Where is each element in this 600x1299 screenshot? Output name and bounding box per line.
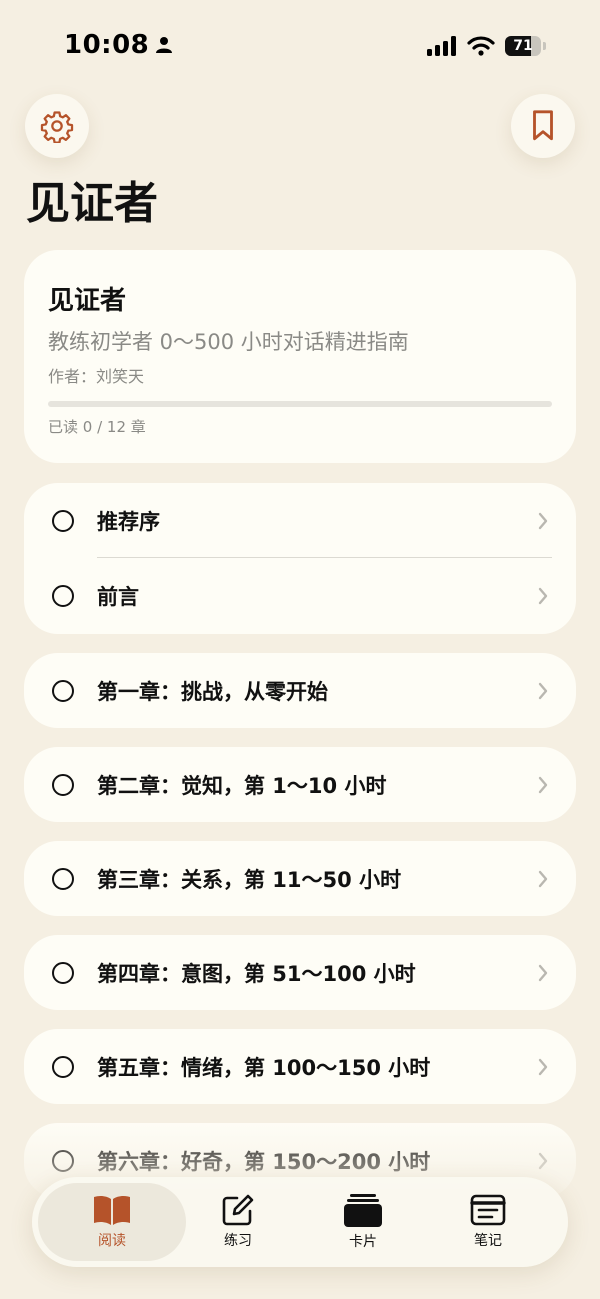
chevron-right-icon (538, 587, 548, 605)
unread-circle-icon (52, 773, 74, 796)
status-time: 10:08 (64, 30, 173, 60)
toc-item-label: 第六章：好奇，第 150～200 小时 (97, 1149, 431, 1174)
chapter-row[interactable]: 第三章：关系，第 11～50 小时 (24, 841, 576, 916)
tab-bar: 阅读 练习 卡片 笔记 (32, 1177, 568, 1267)
toc-item-label: 推荐序 (97, 510, 160, 534)
chapter-row[interactable]: 第二章：觉知，第 1～10 小时 (24, 747, 576, 822)
bookmark-button[interactable] (511, 94, 575, 158)
toc-item-chapter-4[interactable]: 第四章：意图，第 51～100 小时 (24, 935, 576, 1010)
chevron-right-icon (538, 776, 548, 793)
tab-label: 卡片 (349, 1234, 377, 1250)
battery-cap (543, 42, 546, 50)
toc-item-chapter-3[interactable]: 第三章：关系，第 11～50 小时 (24, 841, 576, 916)
tab-notes[interactable]: 笔记 (414, 1183, 562, 1261)
chevron-right-icon (538, 870, 548, 887)
unread-circle-icon (52, 585, 74, 607)
status-time-text: 10:08 (64, 30, 150, 60)
chapter-row[interactable]: 第四章：意图，第 51～100 小时 (24, 935, 576, 1010)
note-icon (470, 1194, 506, 1226)
edit-square-icon (222, 1194, 254, 1226)
open-book-icon (94, 1195, 130, 1225)
book-subtitle: 教练初学者 0～500 小时对话精进指南 (48, 330, 409, 354)
reading-progress-bar (48, 401, 552, 407)
card-stack-icon (344, 1194, 382, 1227)
unread-circle-icon (52, 867, 74, 890)
toc-item-chapter-2[interactable]: 第二章：觉知，第 1～10 小时 (24, 747, 576, 822)
chevron-right-icon (538, 1152, 548, 1169)
chapter-row[interactable]: 第一章：挑战，从零开始 (24, 653, 576, 728)
tab-label: 阅读 (98, 1233, 126, 1249)
person-icon (156, 37, 173, 53)
unread-circle-icon (52, 961, 74, 984)
battery-indicator: 71 (505, 36, 541, 56)
battery-percent: 71 (513, 38, 533, 54)
toc-item-chapter-5[interactable]: 第五章：情绪，第 100～150 小时 (24, 1029, 576, 1104)
chevron-right-icon (538, 682, 548, 699)
unread-circle-icon (52, 1149, 74, 1172)
unread-circle-icon (52, 679, 74, 702)
tab-label: 练习 (224, 1233, 252, 1249)
unread-circle-icon (52, 510, 74, 532)
toc-item-label: 第二章：觉知，第 1～10 小时 (97, 773, 387, 798)
front-matter-card: 推荐序 前言 (24, 483, 576, 634)
settings-button[interactable] (25, 94, 89, 158)
unread-circle-icon (52, 1055, 74, 1078)
status-indicators: 71 (427, 36, 546, 56)
bookmark-icon (533, 110, 553, 141)
chevron-right-icon (538, 512, 548, 530)
status-bar: 10:08 71 (0, 0, 600, 96)
toc-item-label: 第五章：情绪，第 100～150 小时 (97, 1055, 431, 1080)
book-title: 见证者 (48, 286, 127, 316)
gear-icon (40, 111, 74, 143)
toc-item-label: 前言 (97, 585, 139, 609)
toc-item-label: 第四章：意图，第 51～100 小时 (97, 961, 416, 986)
chapter-row[interactable]: 第五章：情绪，第 100～150 小时 (24, 1029, 576, 1104)
chevron-right-icon (538, 964, 548, 981)
wifi-icon (467, 36, 495, 56)
book-author: 作者：刘笑天 (48, 367, 145, 386)
tab-label: 笔记 (474, 1233, 502, 1249)
toc-item-preface-recommendation[interactable]: 推荐序 (24, 483, 576, 559)
book-info-card: 见证者 教练初学者 0～500 小时对话精进指南 作者：刘笑天 已读 0 / 1… (24, 250, 576, 463)
toc-item-label: 第一章：挑战，从零开始 (97, 679, 328, 704)
toc-item-chapter-1[interactable]: 第一章：挑战，从零开始 (24, 653, 576, 728)
chevron-right-icon (538, 1058, 548, 1075)
toc-item-foreword[interactable]: 前言 (24, 558, 576, 634)
toc-item-label: 第三章：关系，第 11～50 小时 (97, 867, 402, 892)
page-title: 见证者 (26, 178, 158, 229)
cellular-signal-icon (427, 36, 456, 56)
reading-progress-text: 已读 0 / 12 章 (48, 418, 146, 436)
